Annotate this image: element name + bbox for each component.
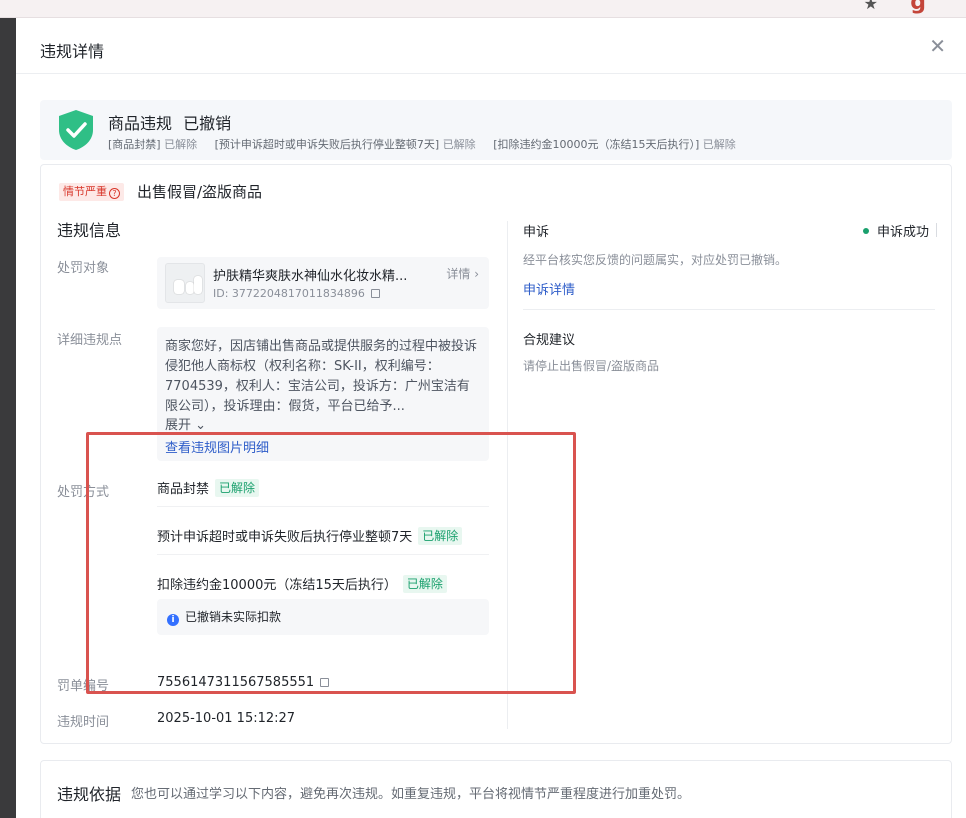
product-name: 护肤精华爽肤水神仙水化妆水精...	[213, 269, 408, 284]
severity-badge: 情节严重?	[59, 183, 124, 201]
product-thumbnail	[165, 263, 205, 303]
shield-check-icon	[59, 110, 93, 150]
violation-category: 出售假冒/盗版商品	[137, 183, 263, 201]
modal-title: 违规详情	[40, 42, 105, 61]
appeal-status: 申诉成功	[862, 221, 929, 240]
violation-time: 2025-10-01 15:12:27	[157, 711, 296, 726]
profile-icon[interactable]: g	[910, 0, 926, 15]
product-detail-link[interactable]: 详情 ›	[446, 265, 479, 282]
star-icon[interactable]: ★	[864, 0, 878, 13]
banner-penalty-item: [商品封禁] 已解除	[108, 138, 198, 151]
copy-icon[interactable]	[370, 289, 380, 298]
banner-penalty-item: [扣除违约金10000元（冻结15天后执行）] 已解除	[493, 138, 736, 151]
section-title-violation-info: 违规信息	[57, 221, 122, 240]
status-badge: 已解除	[402, 575, 447, 593]
banner-penalty-item: [预计申诉超时或申诉失败后执行停业整顿7天] 已解除	[214, 138, 476, 151]
label-target: 处罚对象	[57, 261, 110, 276]
penalty-row: 商品封禁 已解除	[157, 477, 489, 507]
violation-status: 已撤销	[183, 114, 232, 133]
status-banner: 商品违规 已撤销 [商品封禁] 已解除 [预计申诉超时或申诉失败后执行停业整顿7…	[40, 100, 952, 160]
label-method: 处罚方式	[57, 485, 110, 500]
help-icon[interactable]: ?	[109, 188, 120, 199]
right-divider	[523, 309, 935, 310]
violation-basis-section: 违规依据 您也可以通过学习以下内容，避免再次违规。如重复违规，平台将视情节严重程…	[40, 760, 952, 818]
appeal-separator	[936, 223, 937, 237]
violation-detail-modal: 违规详情 ✕ 商品违规 已撤销 [商品封禁] 已解除 [预计申诉超时或申诉失败后…	[16, 18, 966, 818]
product-id: ID: 3772204817011834896	[213, 287, 380, 300]
refund-note: i 已撤销未实际扣款	[157, 599, 489, 635]
title-divider	[16, 73, 966, 74]
banner-penalty-list: [商品封禁] 已解除 [预计申诉超时或申诉失败后执行停业整顿7天] 已解除 [扣…	[108, 136, 750, 152]
appeal-detail-link[interactable]: 申诉详情	[523, 279, 575, 298]
advice-title: 合规建议	[523, 333, 576, 348]
column-divider	[507, 221, 508, 729]
label-ticket: 罚单编号	[57, 679, 110, 694]
page-overlay	[0, 18, 16, 818]
appeal-title: 申诉	[523, 225, 550, 240]
product-target[interactable]: 护肤精华爽肤水神仙水化妆水精... ID: 377220481701183489…	[157, 257, 489, 309]
chevron-right-icon: ›	[474, 267, 479, 281]
close-icon[interactable]: ✕	[929, 34, 946, 58]
appeal-text: 经平台核实您反馈的问题属实，对应处罚已撤销。	[523, 253, 788, 267]
basis-title: 违规依据	[57, 785, 122, 804]
penalty-row: 预计申诉超时或申诉失败后执行停业整顿7天 已解除	[157, 525, 489, 555]
status-dot-icon	[862, 228, 869, 234]
label-time: 违规时间	[57, 715, 110, 730]
view-violation-images-link[interactable]: 查看违规图片明细	[165, 437, 269, 456]
status-badge: 已解除	[215, 479, 260, 497]
description-text: 商家您好，因店铺出售商品或提供服务的过程中被投诉侵犯他人商标权（权利名称：SK-…	[165, 339, 478, 414]
chevron-down-icon: ⌄	[195, 418, 207, 433]
basis-text: 您也可以通过学习以下内容，避免再次违规。如重复违规，平台将视情节严重程度进行加重…	[131, 787, 691, 802]
violation-card: 情节严重? 出售假冒/盗版商品 违规信息 处罚对象 护肤精华爽肤水神仙水化妆水精…	[40, 164, 952, 744]
banner-title: 商品违规 已撤销	[108, 110, 231, 134]
expand-button[interactable]: 展开 ⌄	[165, 417, 481, 435]
advice-text: 请停止出售假冒/盗版商品	[523, 359, 660, 373]
label-detail: 详细违规点	[57, 333, 123, 348]
violation-type: 商品违规	[108, 114, 173, 133]
browser-top-strip: ★ g	[0, 0, 966, 18]
copy-icon[interactable]	[320, 678, 330, 687]
info-icon: i	[167, 614, 179, 626]
status-badge: 已解除	[418, 527, 463, 545]
ticket-number: 7556147311567585551	[157, 675, 330, 690]
